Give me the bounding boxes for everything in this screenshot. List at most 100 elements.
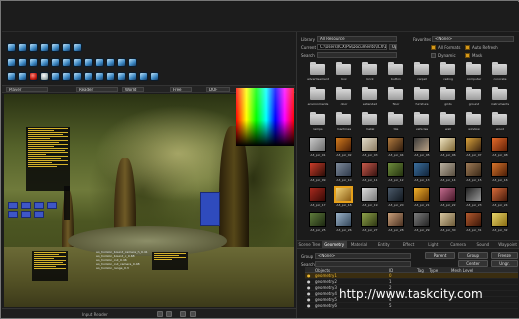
visibility-icon[interactable]: ● [307,285,311,290]
undo-icon[interactable] [51,71,60,81]
up-button[interactable]: Up [389,44,397,50]
parent-button[interactable]: Parent [425,252,455,259]
thumbnail-item[interactable]: A3_pic_10 [331,161,357,184]
folder-item[interactable]: ceiling [435,61,461,84]
folder-item[interactable]: ground [461,86,487,109]
folder-item[interactable]: wall [435,111,461,134]
center-button[interactable]: Center [458,260,488,267]
folder-item[interactable]: metal [357,111,383,134]
folder-item[interactable]: window [461,111,487,134]
tab-effect[interactable]: Effect [396,241,421,248]
grid-tool-icon[interactable] [62,42,71,52]
render-mode-icon[interactable] [166,311,172,317]
folder-item[interactable]: brick [357,61,383,84]
visibility-icon[interactable]: ● [307,273,311,278]
thumbnail-item[interactable]: A3_pic_23 [461,186,487,209]
tab-geometry[interactable]: Geometry [321,241,347,248]
folder-item[interactable]: wood [487,111,513,134]
lighting-icon[interactable] [106,71,115,81]
camera-icon[interactable] [95,57,104,67]
thumbnail-item[interactable]: A3_pic_30 [435,211,461,234]
plane-icon[interactable] [51,57,60,67]
visibility-icon[interactable]: ● [307,303,311,308]
visibility-icon[interactable]: ● [307,297,311,302]
scale-tool-icon[interactable] [40,42,49,52]
thumbnail-item[interactable]: A3_pic_24 [487,186,513,209]
settings-icon[interactable] [150,71,159,81]
library-select[interactable]: All Resource [317,36,397,42]
thumbnail-item[interactable]: A3_pic_32 [487,211,513,234]
thumbnail-item[interactable]: A3_pic_17 [305,186,331,209]
thumbnail-item[interactable]: A3_pic_15 [461,161,487,184]
auto-refresh-checkbox[interactable] [465,45,470,50]
thumbnail-item[interactable]: A3_pic_04 [383,136,409,159]
thumbnail-item[interactable]: A3_pic_20 [383,186,409,209]
thumbnail-item[interactable]: A3_pic_02 [331,136,357,159]
thumbnail-item[interactable]: A3_pic_11 [357,161,383,184]
folder-item[interactable]: box [331,61,357,84]
cone-icon[interactable] [40,57,49,67]
rotate-tool-icon[interactable] [29,42,38,52]
tab-material[interactable]: Material [347,241,372,248]
record-icon[interactable] [29,71,38,81]
folder-item[interactable]: instruments [487,86,513,109]
folder-item[interactable]: grids [435,86,461,109]
nav-mode-icon[interactable] [180,311,186,317]
thumbnail-item[interactable]: A3_pic_05 [409,136,435,159]
play-icon[interactable] [7,71,16,81]
water-icon[interactable] [73,57,82,67]
color-picker[interactable] [236,88,294,146]
move-tool-icon[interactable] [18,42,27,52]
current-path[interactable]: C:\Users\ICX\PS\Documents\ICX\Demo\ [317,44,387,50]
effect-icon[interactable] [117,57,126,67]
world-select[interactable]: World [122,87,144,92]
reader-select[interactable]: Reader [76,87,118,92]
player-select[interactable]: Player [6,87,48,92]
dof-select[interactable]: DOF [206,87,230,92]
folder-item[interactable]: environments [305,86,331,109]
wireframe-icon[interactable] [73,71,82,81]
thumbnail-item[interactable]: A3_pic_09 [305,161,331,184]
solid-icon[interactable] [84,71,93,81]
camera-mode-icon[interactable] [157,311,163,317]
folder-item[interactable]: concrete [487,61,513,84]
folder-item[interactable]: advertisement [305,61,331,84]
snap-tool-icon[interactable] [51,42,60,52]
thumbnail-item[interactable]: A3_pic_16 [487,161,513,184]
sound-icon[interactable] [106,57,115,67]
tab-scene-tree[interactable]: Scene Tree [297,241,322,248]
folder-item[interactable]: door [331,86,357,109]
thumbnail-item[interactable]: A3_pic_28 [383,211,409,234]
thumbnail-item[interactable]: A3_pic_08 [487,136,513,159]
thumbnail-item[interactable]: A3_pic_03 [357,136,383,159]
fog-icon[interactable] [128,71,137,81]
thumbnail-item[interactable]: A3_pic_29 [409,211,435,234]
all-formats-checkbox[interactable] [431,45,436,50]
folder-item[interactable]: machines [331,111,357,134]
thumbnail-item[interactable]: A3_pic_13 [409,161,435,184]
search-input[interactable] [317,52,397,58]
cylinder-icon[interactable] [29,57,38,67]
zoom-icon[interactable] [190,311,196,317]
entity-icon[interactable] [128,57,137,67]
folder-item[interactable]: furniture [409,86,435,109]
visibility-icon[interactable]: ● [307,291,311,296]
free-select[interactable]: Free [170,87,192,92]
folder-item[interactable]: lamps [305,111,331,134]
thumbnail-item[interactable]: A3_pic_14 [435,161,461,184]
table-row[interactable]: ● geometry6 5 [305,303,518,309]
folder-item[interactable]: tile [383,111,409,134]
tab-sound[interactable]: Sound [470,241,495,248]
ungroup-button[interactable]: Ungr. [491,260,518,267]
textured-icon[interactable] [95,71,104,81]
select-tool-icon[interactable] [7,42,16,52]
sphere-icon[interactable] [18,57,27,67]
pivot-tool-icon[interactable] [73,42,82,52]
tab-camera[interactable]: Camera [446,241,471,248]
thumbnail-item[interactable]: A3_pic_19 [357,186,383,209]
stats-icon[interactable] [139,71,148,81]
thumbnail-item[interactable]: A3_pic_12 [383,161,409,184]
tab-light[interactable]: Light [421,241,446,248]
light-icon[interactable] [84,57,93,67]
thumbnail-item[interactable]: A3_pic_25 [305,211,331,234]
